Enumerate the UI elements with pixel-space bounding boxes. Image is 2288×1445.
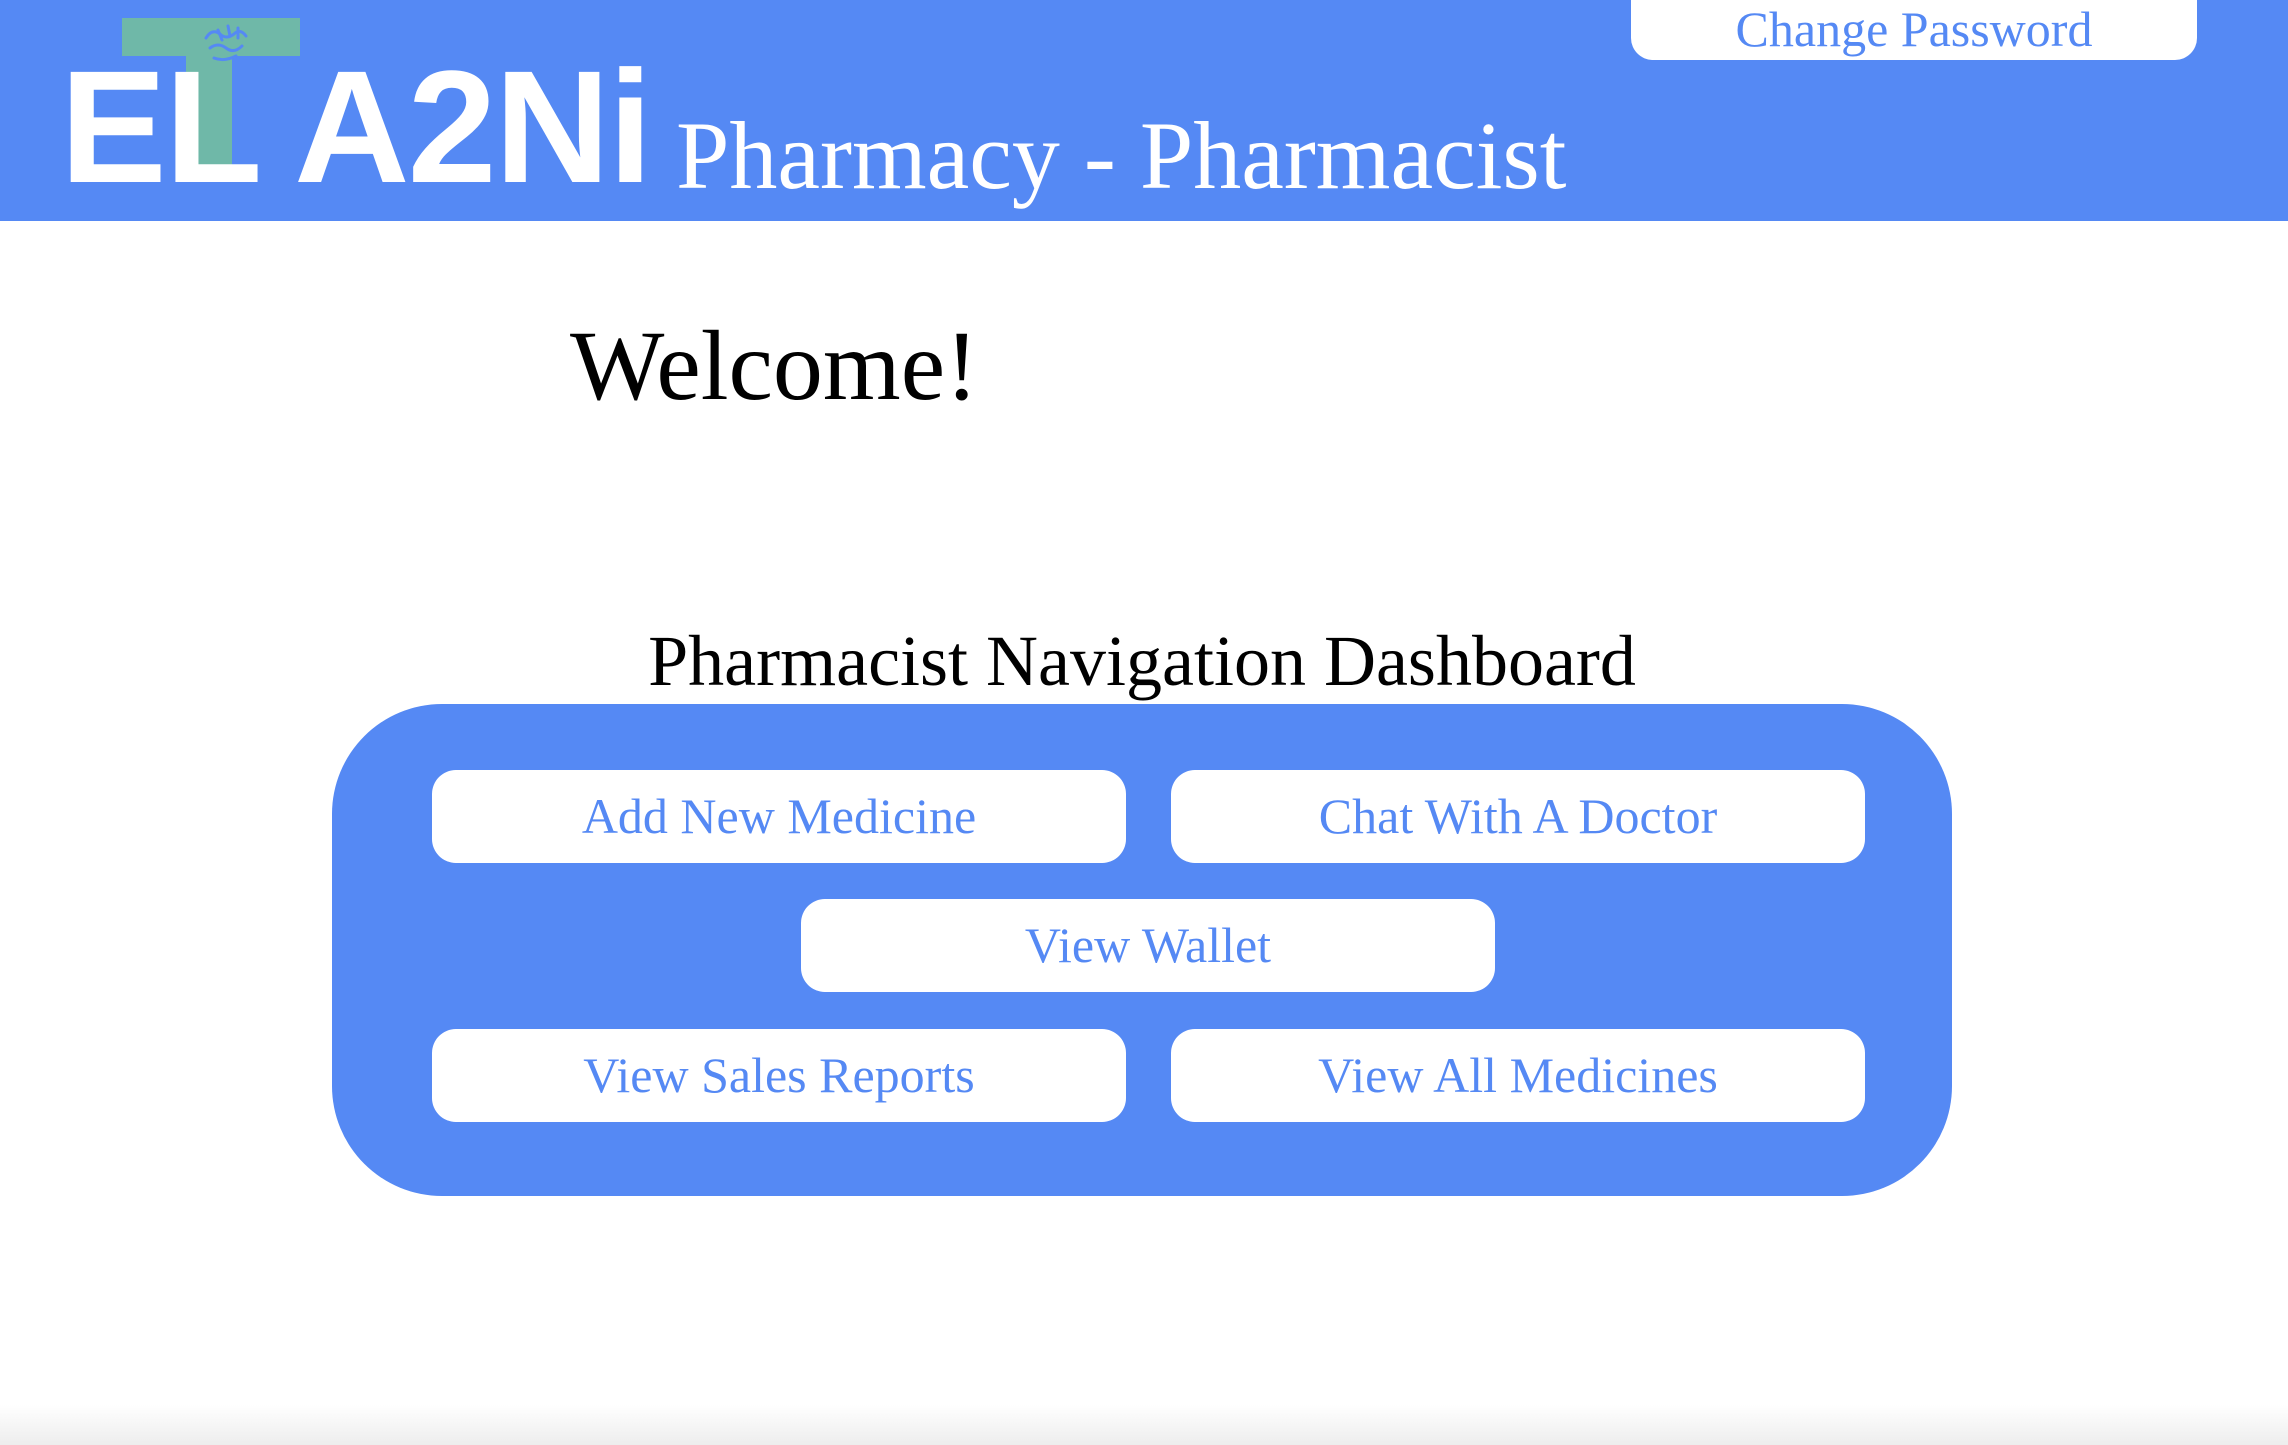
chat-with-doctor-button[interactable]: Chat With A Doctor	[1171, 770, 1865, 863]
view-sales-reports-button[interactable]: View Sales Reports	[432, 1029, 1126, 1122]
bottom-edge-shadow	[0, 1405, 2288, 1445]
navigation-dashboard-panel: Add New Medicine Chat With A Doctor View…	[332, 704, 1952, 1196]
add-new-medicine-button[interactable]: Add New Medicine	[432, 770, 1126, 863]
app-logo[interactable]: EL A2Ni	[60, 18, 660, 207]
view-all-medicines-button[interactable]: View All Medicines	[1171, 1029, 1865, 1122]
page-header-title: Pharmacy - Pharmacist	[676, 102, 1567, 209]
dashboard-title: Pharmacist Navigation Dashboard	[0, 616, 2288, 706]
dashboard-title-text: Pharmacist Navigation Dashboard	[648, 621, 1636, 701]
logo-text: EL A2Ni	[60, 37, 653, 216]
change-password-button[interactable]: Change Password	[1631, 0, 2197, 60]
app-header: EL A2Ni Pharmacy - Pharmacist Change Pas…	[0, 0, 2288, 221]
view-wallet-button[interactable]: View Wallet	[801, 899, 1495, 992]
welcome-heading: Welcome!	[570, 310, 979, 421]
